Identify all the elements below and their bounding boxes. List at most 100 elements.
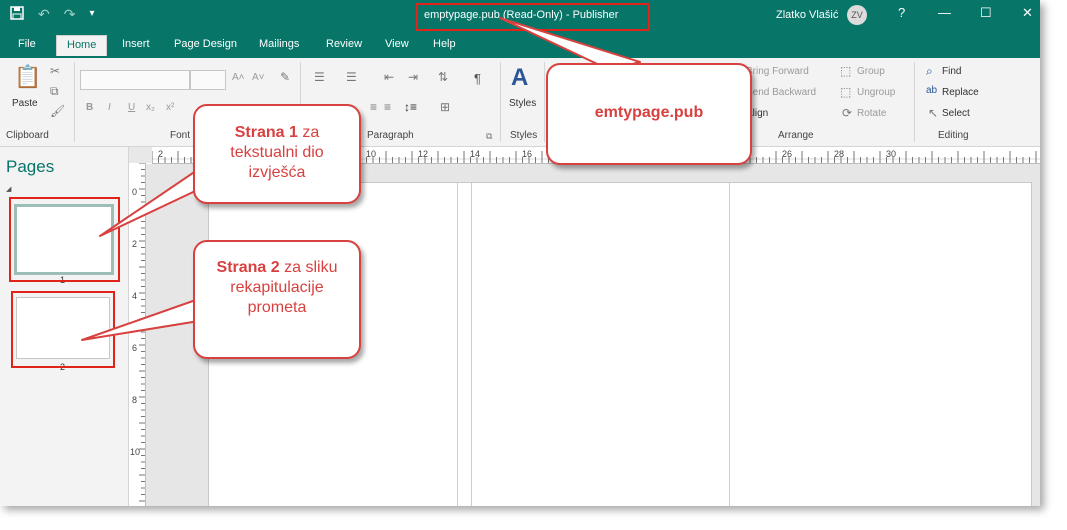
cut-icon[interactable]: ✂ bbox=[50, 64, 60, 78]
tab-mailings[interactable]: Mailings bbox=[259, 38, 299, 50]
page2-callout-bold: Strana 2 bbox=[216, 259, 280, 276]
rotate-icon[interactable]: ⟳ bbox=[842, 106, 852, 120]
tab-page-design[interactable]: Page Design bbox=[174, 38, 237, 50]
underline-button[interactable]: U bbox=[128, 102, 135, 113]
paragraph-group-label: Paragraph bbox=[367, 130, 414, 141]
tab-view[interactable]: View bbox=[385, 38, 409, 50]
shrink-font-icon[interactable]: A˅ bbox=[252, 72, 265, 83]
ruler-label: 2 bbox=[132, 239, 138, 249]
group-button[interactable]: Group bbox=[857, 66, 885, 77]
minimize-icon[interactable]: — bbox=[938, 5, 951, 20]
publisher-window: ↶ ↷ ▾ emptypage.pub (Read-Only) - Publis… bbox=[0, 0, 1040, 506]
undo-icon[interactable]: ↶ bbox=[38, 6, 50, 23]
font-size-combo[interactable] bbox=[190, 70, 226, 90]
editing-group-label: Editing bbox=[938, 130, 969, 141]
styles-group-label: Styles bbox=[510, 130, 538, 141]
ruler-label: 14 bbox=[470, 149, 481, 159]
increase-indent-icon[interactable]: ⇥ bbox=[408, 70, 418, 84]
ribbon-tabs: File Home Insert Page Design Mailings Re… bbox=[0, 32, 1040, 58]
ruler-label: 2 bbox=[158, 149, 164, 159]
text-direction-icon[interactable]: ⇅ bbox=[438, 70, 448, 84]
select-icon[interactable]: ↖ bbox=[928, 106, 938, 120]
tab-home[interactable]: Home bbox=[56, 35, 108, 56]
column-guide bbox=[729, 183, 730, 506]
clipboard-group-label: Clipboard bbox=[6, 130, 49, 141]
pages-title: Pages bbox=[6, 157, 55, 176]
replace-button[interactable]: Replace bbox=[942, 87, 979, 98]
send-backward-button[interactable]: Send Backward bbox=[746, 87, 816, 98]
ruler-label: 10 bbox=[366, 149, 377, 159]
paste-icon[interactable]: 📋 bbox=[14, 64, 41, 90]
bullets-icon[interactable]: ☰ bbox=[314, 70, 325, 84]
ruler-label: 26 bbox=[782, 149, 793, 159]
vertical-ruler[interactable]: 0 2 4 6 8 10 bbox=[129, 163, 146, 506]
ungroup-icon[interactable]: ⬚ bbox=[840, 85, 851, 99]
separator bbox=[74, 62, 75, 142]
tab-insert[interactable]: Insert bbox=[122, 38, 150, 50]
font-name-combo[interactable] bbox=[80, 70, 190, 90]
bold-button[interactable]: B bbox=[86, 102, 93, 113]
tab-help[interactable]: Help bbox=[433, 38, 456, 50]
title-highlight-box bbox=[416, 3, 650, 31]
paragraph-dialog-launcher-icon[interactable]: ⧉ bbox=[486, 131, 492, 142]
columns-icon[interactable]: ≡ bbox=[384, 100, 391, 114]
help-button[interactable]: ? bbox=[898, 5, 905, 20]
styles-icon[interactable]: A bbox=[511, 64, 528, 92]
select-button[interactable]: Select bbox=[942, 108, 970, 119]
decrease-indent-icon[interactable]: ⇤ bbox=[384, 70, 394, 84]
collapse-icon[interactable]: ◢ bbox=[6, 185, 11, 193]
ruler-label: 10 bbox=[130, 447, 141, 457]
justify-icon[interactable]: ≡ bbox=[370, 100, 377, 114]
ruler-label: 0 bbox=[132, 187, 138, 197]
separator bbox=[914, 62, 915, 142]
redo-icon[interactable]: ↷ bbox=[64, 6, 76, 23]
close-icon[interactable]: ✕ bbox=[1022, 5, 1033, 21]
ruler-corner bbox=[129, 147, 152, 163]
superscript-button[interactable]: x² bbox=[166, 102, 174, 113]
customize-qat-icon[interactable]: ▾ bbox=[89, 6, 94, 23]
avatar[interactable]: ZV bbox=[847, 5, 867, 25]
italic-button[interactable]: I bbox=[108, 102, 111, 113]
tab-file[interactable]: File bbox=[18, 38, 36, 50]
ungroup-button[interactable]: Ungroup bbox=[857, 87, 895, 98]
arrange-group-label: Arrange bbox=[778, 130, 814, 141]
ruler-label: 12 bbox=[418, 149, 429, 159]
group-icon[interactable]: ⬚ bbox=[840, 64, 851, 78]
font-group-label: Font bbox=[170, 130, 191, 141]
user-name[interactable]: Zlatko Vlašić bbox=[776, 9, 838, 21]
find-icon[interactable]: ⌕ bbox=[926, 64, 933, 79]
line-spacing-icon[interactable]: ↕≡ bbox=[404, 100, 417, 114]
numbering-icon[interactable]: ☰ bbox=[346, 70, 357, 84]
ruler-label: 8 bbox=[132, 395, 138, 405]
page2-highlight-box bbox=[11, 291, 115, 368]
bring-forward-button[interactable]: Bring Forward bbox=[746, 66, 809, 77]
page1-highlight-box bbox=[9, 197, 120, 282]
shading-icon[interactable]: ⊞ bbox=[440, 100, 450, 114]
file-callout: emtypage.pub bbox=[546, 63, 752, 165]
rotate-button[interactable]: Rotate bbox=[857, 108, 886, 119]
separator bbox=[544, 62, 545, 142]
tab-review[interactable]: Review bbox=[326, 38, 362, 50]
styles-button[interactable]: Styles bbox=[509, 98, 536, 109]
column-guide bbox=[471, 183, 472, 506]
format-painter-icon[interactable]: 🖌 bbox=[50, 104, 65, 118]
subscript-button[interactable]: x₂ bbox=[146, 102, 155, 113]
page2-callout: Strana 2 za sliku rekapitulacije prometa bbox=[193, 240, 361, 359]
quick-access-toolbar: ↶ ↷ ▾ bbox=[10, 6, 95, 23]
copy-icon[interactable]: ⧉ bbox=[50, 84, 59, 99]
paste-button[interactable]: Paste bbox=[12, 98, 38, 109]
clear-formatting-icon[interactable]: ✎ bbox=[280, 70, 290, 84]
column-guide bbox=[457, 183, 458, 506]
ruler-label: 4 bbox=[132, 291, 138, 301]
maximize-icon[interactable]: ☐ bbox=[980, 5, 992, 21]
page1-callout: Strana 1 za tekstualni dio izvješća bbox=[193, 104, 361, 204]
replace-icon[interactable]: ab bbox=[926, 85, 937, 96]
show-marks-icon[interactable]: ¶ bbox=[474, 71, 481, 86]
find-button[interactable]: Find bbox=[942, 66, 961, 77]
ribbon: 📋 Paste ✂ ⧉ 🖌 Clipboard A˄ A˅ ✎ B I U x₂… bbox=[0, 58, 1040, 147]
page1-callout-bold: Strana 1 bbox=[234, 124, 298, 141]
ruler-label: 6 bbox=[132, 343, 138, 353]
grow-font-icon[interactable]: A˄ bbox=[232, 72, 245, 83]
ruler-label: 28 bbox=[834, 149, 845, 159]
save-icon[interactable] bbox=[10, 6, 24, 23]
